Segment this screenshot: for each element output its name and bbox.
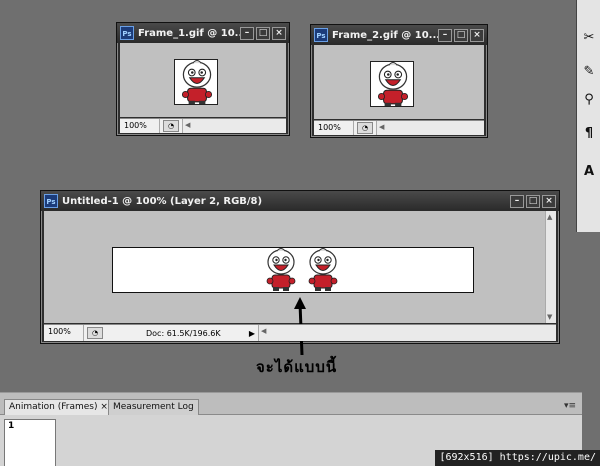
vertical-scrollbar[interactable]: ▲ ▼: [545, 211, 556, 323]
horizontal-scrollbar[interactable]: ◀: [182, 119, 286, 133]
watermark: [692x516] https://upic.me/: [435, 450, 600, 466]
frame1-statusbar: 100% ◔ ◀: [120, 118, 286, 133]
close-button[interactable]: ×: [272, 26, 286, 40]
untitled-window[interactable]: Ps Untitled-1 @ 100% (Layer 2, RGB/8) – …: [40, 190, 560, 356]
sticker-character-icon: [371, 62, 414, 107]
untitled-titlebar[interactable]: Ps Untitled-1 @ 100% (Layer 2, RGB/8) – …: [41, 191, 559, 211]
panel-tabbar: Animation (Frames) × Measurement Log ▾≡: [0, 393, 582, 415]
maximize-button[interactable]: □: [526, 194, 540, 208]
sticker-character-icon: [303, 248, 343, 292]
arrow-down-icon[interactable]: ▼: [547, 313, 552, 321]
navigator-icon[interactable]: ◔: [357, 122, 373, 134]
navigator-icon[interactable]: ◔: [87, 327, 103, 339]
arrow-right-icon[interactable]: ▶: [246, 329, 258, 338]
arrow-left-icon[interactable]: ◀: [185, 121, 190, 129]
photoshop-icon: Ps: [44, 194, 58, 208]
frame-number: 1: [8, 421, 15, 431]
close-icon[interactable]: ×: [100, 402, 108, 412]
maximize-button[interactable]: □: [454, 28, 468, 42]
frame2-image: [370, 61, 414, 107]
arrow-left-icon[interactable]: ◀: [379, 123, 384, 131]
scissors-icon[interactable]: ✂: [579, 28, 599, 48]
character-icon[interactable]: A: [579, 162, 599, 182]
minimize-button[interactable]: –: [438, 28, 452, 42]
panel-menu-icon[interactable]: ▾≡: [564, 401, 576, 411]
close-button[interactable]: ×: [470, 28, 484, 42]
frame2-canvas[interactable]: [314, 45, 484, 119]
untitled-canvas[interactable]: ▲ ▼: [44, 211, 556, 356]
tab-label: Measurement Log: [113, 402, 194, 412]
photoshop-icon: Ps: [120, 26, 134, 40]
frame2-statusbar: 100% ◔ ◀: [314, 120, 484, 135]
frame2-window[interactable]: Ps Frame_2.gif @ 10... – □ × 100% ◔ ◀: [310, 24, 488, 138]
sticker-character-icon: [261, 248, 301, 292]
zoom-level[interactable]: 100%: [120, 119, 160, 133]
frame2-title: Frame_2.gif @ 10...: [332, 29, 438, 41]
sticker-character-icon: [175, 60, 218, 105]
sprite-strip: [112, 247, 474, 293]
frame1-image: [174, 59, 218, 105]
frame1-window[interactable]: Ps Frame_1.gif @ 10... – □ × 100% ◔ ◀: [116, 22, 290, 136]
caption-text: จะได้แบบนี้: [256, 358, 338, 376]
right-tool-panel: ✂ ✎ ⚲ ¶ A: [576, 0, 600, 232]
paragraph-icon[interactable]: ¶: [579, 124, 599, 144]
frame2-titlebar[interactable]: Ps Frame_2.gif @ 10... – □ ×: [311, 25, 487, 45]
zoom-level[interactable]: 100%: [314, 121, 354, 135]
tab-animation-frames[interactable]: Animation (Frames) ×: [4, 399, 113, 415]
untitled-statusbar: 100% ◔ Doc: 61.5K/196.6K ▶ ◀: [44, 324, 556, 341]
horizontal-scrollbar[interactable]: ◀: [376, 121, 484, 135]
horizontal-scrollbar[interactable]: ◀: [258, 325, 556, 341]
frame1-titlebar[interactable]: Ps Frame_1.gif @ 10... – □ ×: [117, 23, 289, 43]
doc-size-info: Doc: 61.5K/196.6K: [146, 328, 221, 338]
minimize-button[interactable]: –: [510, 194, 524, 208]
close-button[interactable]: ×: [542, 194, 556, 208]
brush-icon[interactable]: ✎: [579, 62, 599, 82]
navigator-icon[interactable]: ◔: [163, 120, 179, 132]
zoom-level[interactable]: 100%: [44, 325, 84, 341]
photoshop-icon: Ps: [314, 28, 328, 42]
arrow-up-icon[interactable]: ▲: [547, 213, 552, 221]
tab-label: Animation (Frames): [9, 402, 98, 412]
maximize-button[interactable]: □: [256, 26, 270, 40]
frame1-title: Frame_1.gif @ 10...: [138, 27, 240, 39]
untitled-title: Untitled-1 @ 100% (Layer 2, RGB/8): [62, 195, 263, 207]
frame1-canvas[interactable]: [120, 43, 286, 117]
minimize-button[interactable]: –: [240, 26, 254, 40]
arrow-left-icon[interactable]: ◀: [261, 327, 266, 335]
animation-frame-1[interactable]: 1: [4, 419, 56, 466]
pin-icon[interactable]: ⚲: [579, 90, 599, 110]
tab-measurement-log[interactable]: Measurement Log: [108, 399, 199, 415]
